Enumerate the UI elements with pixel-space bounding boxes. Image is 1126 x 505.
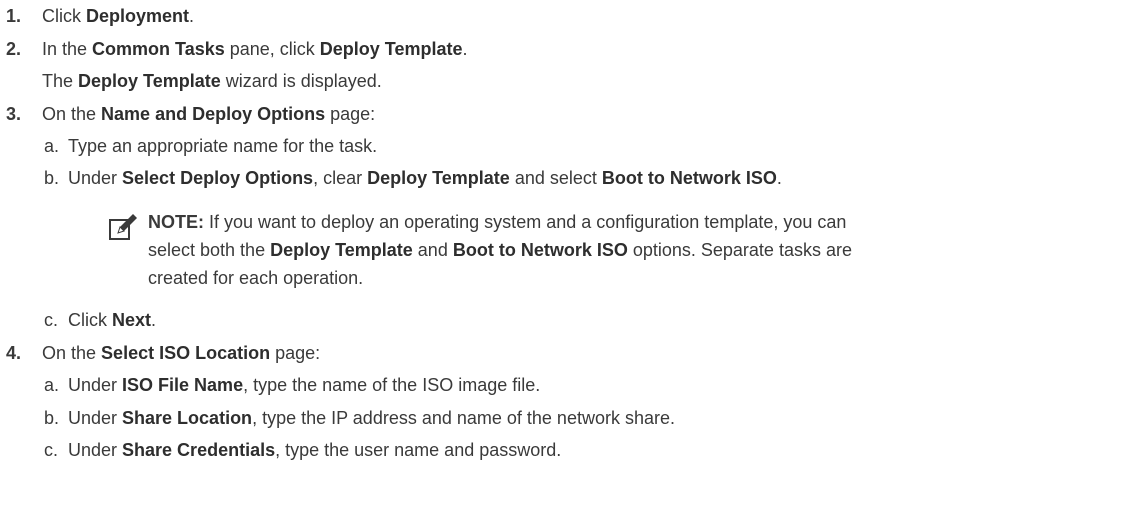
step-number: 1. <box>6 6 22 26</box>
ui-term: Deploy Template <box>270 240 413 260</box>
substep-letter: b. <box>44 408 60 428</box>
ui-term: Share Credentials <box>122 440 276 460</box>
step-number: 3. <box>6 104 22 124</box>
substep-text: Under Share Credentials, type the user n… <box>68 440 562 460</box>
note-line-1: NOTE: If you want to deploy an operating… <box>148 212 847 232</box>
ui-term: Common Tasks <box>92 39 225 59</box>
ui-term: Boot to Network ISO <box>601 168 777 188</box>
step-text: On the Name and Deploy Options page: <box>42 104 376 124</box>
step-text: In the Common Tasks pane, click Deploy T… <box>42 39 468 59</box>
substep-text: Under Select Deploy Options, clear Deplo… <box>68 168 782 188</box>
ui-term: Select Deploy Options <box>122 168 314 188</box>
ui-term: Deployment <box>86 6 190 26</box>
ui-term: Deploy Template <box>367 168 510 188</box>
step-text: On the Select ISO Location page: <box>42 343 321 363</box>
substep-letter: c. <box>44 310 59 330</box>
note-line-2: select both the Deploy Template and Boot… <box>148 240 852 260</box>
ui-term: Next <box>112 310 152 330</box>
substep-text: Under Share Location, type the IP addres… <box>68 408 675 428</box>
ui-term: Boot to Network ISO <box>452 240 628 260</box>
pencil-note-icon <box>109 214 137 240</box>
ui-term: Name and Deploy Options <box>101 104 326 124</box>
step-number: 2. <box>6 39 22 59</box>
instruction-page: 1. Click Deployment. 2. In the Common Ta… <box>0 0 1126 505</box>
ui-term: Select ISO Location <box>101 343 271 363</box>
step-result-text: The Deploy Template wizard is displayed. <box>42 71 382 91</box>
ui-term: Deploy Template <box>319 39 463 59</box>
ui-term: Share Location <box>122 408 253 428</box>
note-text: NOTE: If you want to deploy an operating… <box>148 208 1108 292</box>
ui-term: Deploy Template <box>78 71 221 91</box>
note-line-3: created for each operation. <box>148 268 364 288</box>
substep-letter: c. <box>44 440 59 460</box>
substep-text: Under ISO File Name, type the name of th… <box>68 375 541 395</box>
substep-text: Type an appropriate name for the task. <box>68 136 378 156</box>
substep-letter: b. <box>44 168 60 188</box>
step-text: Click Deployment. <box>42 6 195 26</box>
step-number: 4. <box>6 343 22 363</box>
substep-text: Click Next. <box>68 310 157 330</box>
substep-letter: a. <box>44 136 60 156</box>
substep-letter: a. <box>44 375 60 395</box>
note-label: NOTE: <box>148 212 204 232</box>
ui-term: ISO File Name <box>122 375 244 395</box>
